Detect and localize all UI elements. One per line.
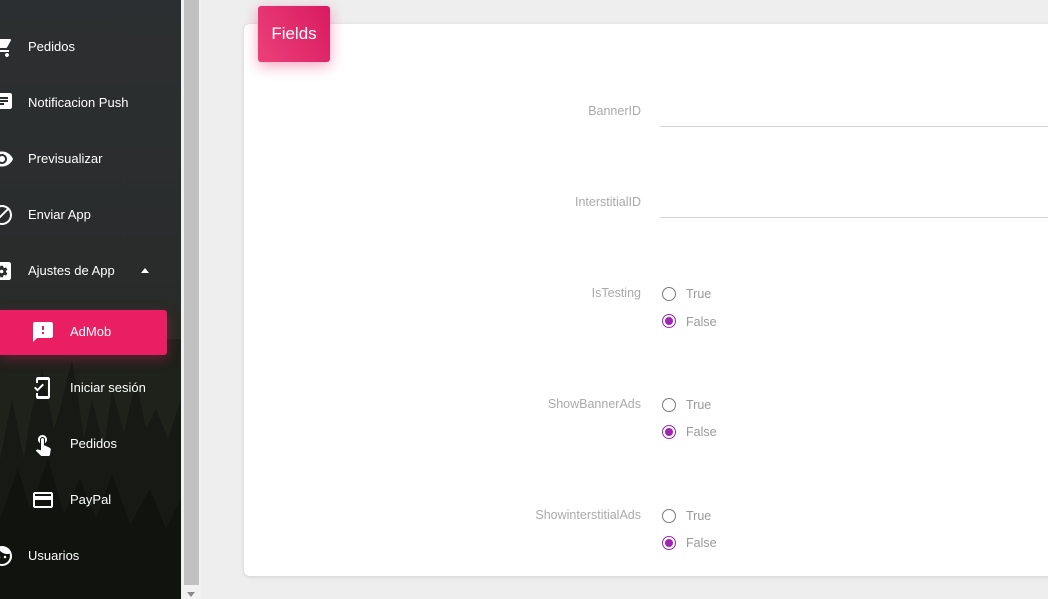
is-testing-true-radio[interactable] — [662, 287, 676, 301]
sidebar-item-label: PayPal — [70, 492, 112, 507]
is-testing-true-label[interactable]: True — [686, 287, 711, 301]
sidebar-item-label: AdMob — [70, 324, 112, 339]
sidebar-item-label: Ajustes de App — [28, 263, 115, 278]
sidebar-subitem-iniciar-sesion[interactable]: Iniciar sesión — [0, 368, 181, 408]
feedback-icon — [31, 320, 55, 344]
sidebar-item-enviar-app[interactable]: Enviar App — [0, 195, 181, 235]
sidebar-item-label: Previsualizar — [28, 151, 103, 166]
shopping-cart-icon — [0, 35, 14, 59]
sidebar-item-label: Usuarios — [28, 548, 80, 563]
sidebar: Pedidos Notificacion Push Previsualizar … — [0, 0, 181, 599]
sidebar-subitem-paypal[interactable]: PayPal — [0, 480, 181, 520]
interstitial-id-input[interactable] — [660, 190, 1044, 216]
interstitial-id-field-underline — [660, 190, 1048, 218]
interstitial-id-label: InterstitialID — [575, 195, 641, 209]
sidebar-item-ajustes-de-app[interactable]: Ajustes de App — [0, 251, 181, 291]
touch-icon — [31, 432, 55, 456]
show-interstitial-ads-true-radio[interactable] — [662, 509, 676, 523]
banner-id-label: BannerID — [588, 104, 641, 118]
sidebar-item-label: Iniciar sesión — [70, 380, 146, 395]
sidebar-item-notificacion-push[interactable]: Notificacion Push — [0, 83, 181, 123]
show-banner-ads-true-radio[interactable] — [662, 398, 676, 412]
show-interstitial-ads-label: ShowinterstitialAds — [535, 508, 641, 522]
eye-icon — [0, 147, 14, 171]
show-interstitial-ads-false-radio[interactable] — [662, 536, 676, 550]
scrollbar-thumb[interactable] — [184, 0, 199, 585]
face-icon — [0, 544, 14, 568]
show-banner-ads-false-label[interactable]: False — [686, 425, 717, 439]
sidebar-item-pedidos[interactable]: Pedidos — [0, 27, 181, 67]
credit-card-icon — [31, 488, 55, 512]
sidebar-item-label: Enviar App — [28, 207, 91, 222]
caret-up-icon — [141, 268, 149, 273]
banner-id-field-underline — [660, 99, 1048, 127]
is-testing-false-label[interactable]: False — [686, 315, 717, 329]
show-interstitial-ads-false-label[interactable]: False — [686, 536, 717, 550]
sidebar-scrollbar[interactable] — [181, 0, 202, 599]
settings-icon — [0, 259, 14, 283]
show-banner-ads-true-label[interactable]: True — [686, 398, 711, 412]
sidebar-item-label: Notificacion Push — [28, 95, 129, 110]
is-testing-false-radio[interactable] — [662, 314, 676, 328]
sidebar-item-usuarios[interactable]: Usuarios — [0, 536, 181, 576]
phonelink-login-icon — [31, 376, 55, 400]
show-banner-ads-label: ShowBannerAds — [547, 397, 641, 411]
card-header-title: Fields — [258, 6, 330, 62]
show-banner-ads-false-radio[interactable] — [662, 425, 676, 439]
sidebar-item-label: Pedidos — [28, 39, 75, 54]
sidebar-subitem-pedidos[interactable]: Pedidos — [0, 424, 181, 464]
block-icon — [0, 203, 14, 227]
sidebar-subitem-admob[interactable]: AdMob — [0, 312, 181, 352]
show-interstitial-ads-true-label[interactable]: True — [686, 509, 711, 523]
scroll-down-arrow-icon[interactable] — [187, 592, 195, 597]
sidebar-item-previsualizar[interactable]: Previsualizar — [0, 139, 181, 179]
notification-icon — [0, 91, 14, 115]
banner-id-input[interactable] — [660, 99, 1044, 125]
is-testing-label: IsTesting — [591, 286, 641, 300]
sidebar-item-label: Pedidos — [70, 436, 117, 451]
